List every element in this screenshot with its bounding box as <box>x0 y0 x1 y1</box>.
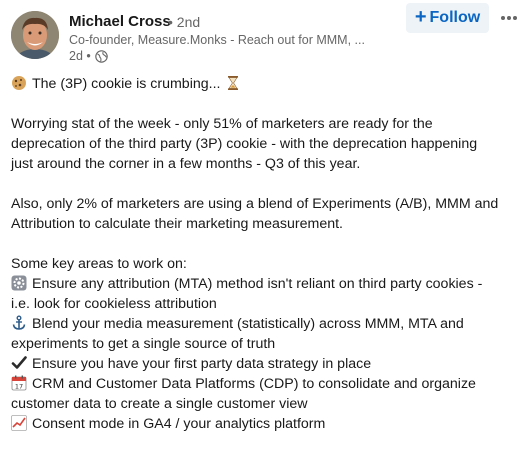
paragraph-line: Worrying stat of the week - only 51% of … <box>11 116 433 132</box>
list-item: Blend your media measurement (statistica… <box>11 314 523 334</box>
areas-heading: Some key areas to work on: <box>11 256 187 272</box>
list-item-continued: customer data to create a single custome… <box>11 396 308 412</box>
follow-label: Follow <box>429 9 481 26</box>
connection-degree: • 2nd <box>168 14 201 30</box>
author-name[interactable]: Michael Cross <box>69 13 171 30</box>
list-item: Ensure you have your first party data st… <box>11 354 523 374</box>
plus-icon: + <box>414 6 427 28</box>
more-options-icon[interactable] <box>498 8 520 28</box>
avatar[interactable] <box>11 11 59 59</box>
author-headline: Co-founder, Measure.Monks - Reach out fo… <box>69 33 365 47</box>
list-item-continued: experiments to get a single source of tr… <box>11 336 276 352</box>
paragraph-line: Attribution to calculate their marketing… <box>11 216 343 232</box>
paragraph-line: deprecation of the third party (3P) cook… <box>11 136 478 152</box>
cookie-icon <box>11 75 27 91</box>
hourglass-icon <box>225 75 241 91</box>
list-item-continued: i.e. look for cookieless attribution <box>11 296 217 312</box>
list-item-text: Consent mode in GA4 / your analytics pla… <box>32 416 326 432</box>
calendar-icon: 17 <box>11 375 27 391</box>
svg-text:17: 17 <box>15 383 23 391</box>
paragraph-line: just around the corner in a few months -… <box>11 156 361 172</box>
list-item-text: CRM and Customer Data Platforms (CDP) to… <box>32 376 476 392</box>
list-item-text: Blend your media measurement (statistica… <box>32 316 464 332</box>
follow-button[interactable]: + Follow <box>406 3 489 33</box>
post-meta: 2d • <box>69 49 108 63</box>
chart-icon <box>11 415 27 431</box>
list-item: Ensure any attribution (MTA) method isn'… <box>11 274 523 294</box>
paragraph-line: Also, only 2% of marketers are using a b… <box>11 196 499 212</box>
post-body: The (3P) cookie is crumbing... Worrying … <box>11 74 523 434</box>
check-icon <box>11 355 27 371</box>
globe-icon <box>95 49 108 63</box>
post-time: 2d • <box>69 49 91 63</box>
anchor-icon <box>11 315 27 331</box>
list-item: 17 CRM and Customer Data Platforms (CDP)… <box>11 374 523 394</box>
list-item-text: Ensure any attribution (MTA) method isn'… <box>32 276 483 292</box>
post-title-line: The (3P) cookie is crumbing... <box>11 74 523 94</box>
gear-icon <box>11 275 27 291</box>
list-item-text: Ensure you have your first party data st… <box>32 356 372 372</box>
post-title-text: The (3P) cookie is crumbing... <box>32 76 221 92</box>
list-item: Consent mode in GA4 / your analytics pla… <box>11 414 523 434</box>
